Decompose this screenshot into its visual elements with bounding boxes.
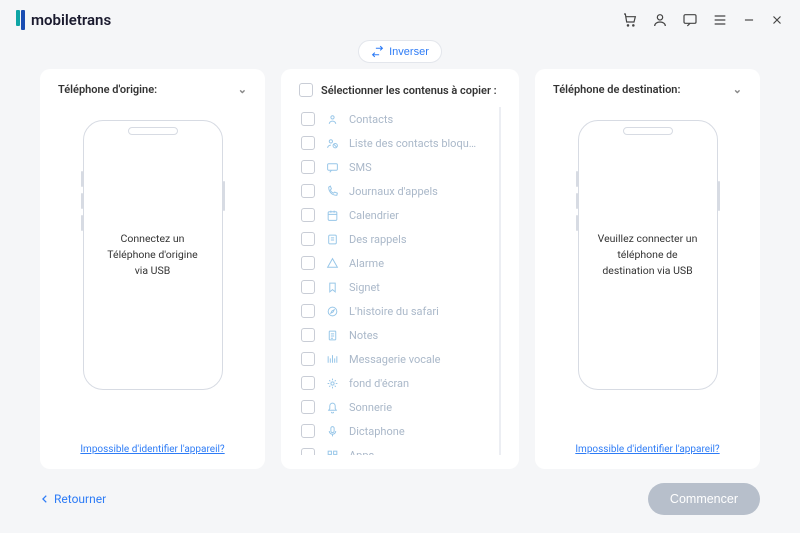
item-label: L'histoire du safari bbox=[349, 305, 439, 318]
logo: mobiletrans bbox=[16, 10, 111, 30]
item-checkbox[interactable] bbox=[301, 304, 315, 318]
item-label: Signet bbox=[349, 281, 380, 294]
safari-icon bbox=[325, 305, 339, 318]
alarm-icon bbox=[325, 257, 339, 270]
destination-phone-outline: Veuillez connecter un téléphone de desti… bbox=[578, 120, 718, 390]
source-cannot-identify-link[interactable]: Impossible d'identifier l'appareil? bbox=[58, 434, 247, 455]
item-label: Apps bbox=[349, 449, 374, 456]
content-item[interactable]: Signet bbox=[299, 275, 495, 299]
block-icon bbox=[325, 137, 339, 150]
content-item[interactable]: Notes bbox=[299, 323, 495, 347]
content-item[interactable]: Contacts bbox=[299, 107, 495, 131]
switch-label: Inverser bbox=[389, 46, 429, 58]
contact-icon bbox=[325, 113, 339, 126]
item-label: Notes bbox=[349, 329, 378, 342]
reminder-icon bbox=[325, 233, 339, 246]
cart-icon[interactable] bbox=[622, 12, 638, 28]
item-label: Dictaphone bbox=[349, 425, 405, 438]
content-item[interactable]: Alarme bbox=[299, 251, 495, 275]
bookmark-icon bbox=[325, 281, 339, 294]
calendar-icon bbox=[325, 209, 339, 222]
item-label: Des rappels bbox=[349, 233, 407, 246]
header: mobiletrans bbox=[0, 0, 800, 40]
notes-icon bbox=[325, 329, 339, 342]
source-panel: Téléphone d'origine: ⌄ Connectez un Télé… bbox=[40, 69, 265, 469]
footer: Retourner Commencer bbox=[0, 469, 800, 515]
item-checkbox[interactable] bbox=[301, 136, 315, 150]
item-checkbox[interactable] bbox=[301, 376, 315, 390]
switch-button[interactable]: Inverser bbox=[358, 40, 442, 63]
item-checkbox[interactable] bbox=[301, 448, 315, 455]
select-title: Sélectionner les contenus à copier : bbox=[321, 84, 497, 97]
content-item[interactable]: Des rappels bbox=[299, 227, 495, 251]
menu-icon[interactable] bbox=[712, 12, 728, 28]
destination-phone-message: Veuillez connecter un téléphone de desti… bbox=[589, 231, 707, 278]
destination-title: Téléphone de destination: bbox=[553, 83, 680, 96]
chevron-down-icon[interactable]: ⌄ bbox=[238, 83, 247, 96]
content-panel: Sélectionner les contenus à copier : Con… bbox=[281, 69, 519, 469]
item-checkbox[interactable] bbox=[301, 184, 315, 198]
item-checkbox[interactable] bbox=[301, 112, 315, 126]
content-item[interactable]: Calendrier bbox=[299, 203, 495, 227]
item-label: Messagerie vocale bbox=[349, 353, 441, 366]
content-item[interactable]: fond d'écran bbox=[299, 371, 495, 395]
destination-cannot-identify-link[interactable]: Impossible d'identifier l'appareil? bbox=[553, 434, 742, 455]
item-checkbox[interactable] bbox=[301, 352, 315, 366]
item-label: SMS bbox=[349, 161, 372, 174]
content-item[interactable]: Dictaphone bbox=[299, 419, 495, 443]
item-label: Alarme bbox=[349, 257, 384, 270]
chevron-left-icon bbox=[40, 494, 50, 504]
item-checkbox[interactable] bbox=[301, 208, 315, 222]
item-checkbox[interactable] bbox=[301, 256, 315, 270]
item-checkbox[interactable] bbox=[301, 400, 315, 414]
item-label: fond d'écran bbox=[349, 377, 409, 390]
item-label: Calendrier bbox=[349, 209, 399, 222]
content-list[interactable]: Contacts Liste des contacts bloqu… SMS Jour… bbox=[299, 107, 501, 455]
sms-icon bbox=[325, 161, 339, 174]
voice-icon bbox=[325, 425, 339, 438]
select-all-checkbox[interactable] bbox=[299, 83, 313, 97]
close-icon[interactable] bbox=[770, 13, 784, 27]
source-phone-outline: Connectez un Téléphone d'origine via USB bbox=[83, 120, 223, 390]
item-checkbox[interactable] bbox=[301, 424, 315, 438]
item-label: Liste des contacts bloqu… bbox=[349, 137, 476, 150]
item-checkbox[interactable] bbox=[301, 232, 315, 246]
brand-text: mobiletrans bbox=[31, 11, 111, 29]
back-label: Retourner bbox=[54, 492, 106, 506]
item-label: Sonnerie bbox=[349, 401, 392, 414]
content-item[interactable]: Journaux d'appels bbox=[299, 179, 495, 203]
phone-icon bbox=[325, 185, 339, 198]
header-icons bbox=[622, 12, 784, 28]
user-icon[interactable] bbox=[652, 12, 668, 28]
feedback-icon[interactable] bbox=[682, 12, 698, 28]
back-button[interactable]: Retourner bbox=[40, 492, 106, 506]
content-item[interactable]: SMS bbox=[299, 155, 495, 179]
chevron-down-icon[interactable]: ⌄ bbox=[733, 83, 742, 96]
wallpaper-icon bbox=[325, 377, 339, 390]
source-phone-message: Connectez un Téléphone d'origine via USB bbox=[94, 231, 212, 278]
content-item[interactable]: Sonnerie bbox=[299, 395, 495, 419]
item-checkbox[interactable] bbox=[301, 280, 315, 294]
content-item[interactable]: Liste des contacts bloqu… bbox=[299, 131, 495, 155]
item-checkbox[interactable] bbox=[301, 160, 315, 174]
item-checkbox[interactable] bbox=[301, 328, 315, 342]
item-label: Contacts bbox=[349, 113, 393, 126]
voicemail-icon bbox=[325, 353, 339, 366]
content-item[interactable]: Apps bbox=[299, 443, 495, 455]
item-label: Journaux d'appels bbox=[349, 185, 438, 198]
content-item[interactable]: Messagerie vocale bbox=[299, 347, 495, 371]
apps-icon bbox=[325, 449, 339, 456]
minimize-icon[interactable] bbox=[742, 13, 756, 27]
destination-panel: Téléphone de destination: ⌄ Veuillez con… bbox=[535, 69, 760, 469]
start-button[interactable]: Commencer bbox=[648, 483, 760, 515]
content-item[interactable]: L'histoire du safari bbox=[299, 299, 495, 323]
main: Téléphone d'origine: ⌄ Connectez un Télé… bbox=[0, 69, 800, 469]
source-title: Téléphone d'origine: bbox=[58, 83, 157, 96]
ringtone-icon bbox=[325, 401, 339, 414]
swap-icon bbox=[371, 45, 384, 58]
